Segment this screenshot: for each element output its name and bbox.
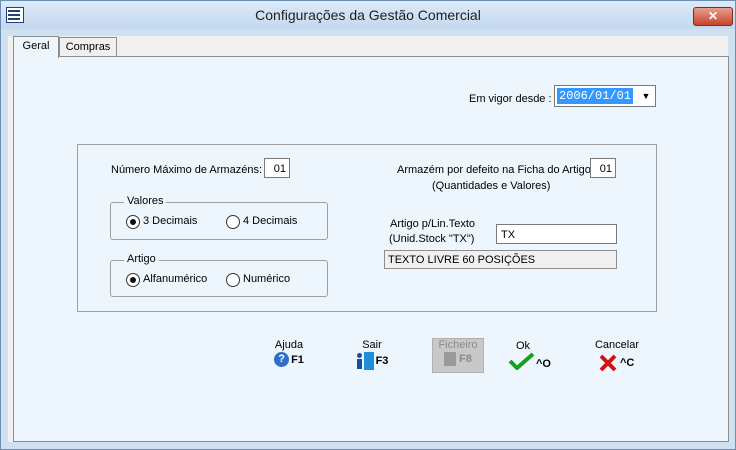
default-armazem-label: Armazém por defeito na Ficha do Artigo: xyxy=(397,164,594,176)
cancelar-button[interactable]: Cancelar ^C xyxy=(592,339,642,372)
vigor-label: Em vigor desde : xyxy=(469,93,552,105)
vigor-date-select[interactable]: 2006/01/01 ▼ xyxy=(554,85,656,107)
app-window: Configurações da Gestão Comercial ✕ Gera… xyxy=(0,0,736,450)
tab-geral[interactable]: Geral xyxy=(13,36,59,58)
cancelar-label: Cancelar xyxy=(594,339,640,351)
sair-key: F3 xyxy=(375,355,389,367)
cancel-icon xyxy=(599,354,617,372)
exit-icon xyxy=(356,352,374,370)
ok-button[interactable]: Ok ^O xyxy=(508,340,552,372)
vigor-date-value: 2006/01/01 xyxy=(557,88,633,104)
artigo-texto-sublabel: (Unid.Stock "TX") xyxy=(389,233,475,245)
tab-panel-geral: Em vigor desde : 2006/01/01 ▼ Número Máx… xyxy=(13,56,729,442)
radio-numerico[interactable] xyxy=(226,273,240,287)
client-area: Geral Compras Em vigor desde : 2006/01/0… xyxy=(8,36,729,442)
cancelar-key: ^C xyxy=(620,357,635,369)
artigo-texto-description: TEXTO LIVRE 60 POSIÇÕES xyxy=(384,250,617,269)
file-icon xyxy=(444,352,457,366)
artigo-texto-input[interactable]: TX xyxy=(496,224,617,244)
radio-alfanumerico-label[interactable]: Alfanumérico xyxy=(143,273,207,285)
check-icon xyxy=(508,352,535,370)
radio-3-decimais[interactable] xyxy=(126,215,140,229)
artigo-group: Artigo Alfanumérico Numérico xyxy=(110,253,328,297)
tab-compras[interactable]: Compras xyxy=(59,37,117,57)
radio-alfanumerico[interactable] xyxy=(126,273,140,287)
ajuda-key: F1 xyxy=(291,353,304,366)
valores-group: Valores 3 Decimais 4 Decimais xyxy=(110,195,328,240)
ficheiro-label: Ficheiro xyxy=(438,339,478,351)
ok-key: ^O xyxy=(536,358,551,370)
artigo-texto-label: Artigo p/Lin.Texto xyxy=(390,218,475,230)
ajuda-button[interactable]: Ajuda ? F1 xyxy=(272,339,306,367)
ficheiro-key: F8 xyxy=(459,353,472,365)
max-armazens-input[interactable]: 01 xyxy=(264,158,290,178)
window-title: Configurações da Gestão Comercial xyxy=(255,7,481,23)
radio-3-decimais-label[interactable]: 3 Decimais xyxy=(143,215,197,227)
help-icon: ? xyxy=(274,352,290,367)
radio-numerico-label[interactable]: Numérico xyxy=(243,273,290,285)
sair-button[interactable]: Sair F3 xyxy=(350,339,394,370)
sair-label: Sair xyxy=(362,339,382,351)
title-bar[interactable]: Configurações da Gestão Comercial ✕ xyxy=(1,1,735,29)
max-armazens-label: Número Máximo de Armazéns: xyxy=(111,164,262,176)
default-armazem-input[interactable]: 01 xyxy=(590,158,616,178)
chevron-down-icon[interactable]: ▼ xyxy=(640,88,652,104)
artigo-legend: Artigo xyxy=(124,253,159,265)
radio-4-decimais[interactable] xyxy=(226,215,240,229)
ficheiro-button: Ficheiro F8 xyxy=(432,338,484,373)
ajuda-label: Ajuda xyxy=(274,339,304,351)
close-button[interactable]: ✕ xyxy=(693,7,733,26)
ok-label: Ok xyxy=(516,340,531,352)
valores-legend: Valores xyxy=(124,195,167,207)
radio-4-decimais-label[interactable]: 4 Decimais xyxy=(243,215,297,227)
default-armazem-sublabel: (Quantidades e Valores) xyxy=(432,180,551,192)
